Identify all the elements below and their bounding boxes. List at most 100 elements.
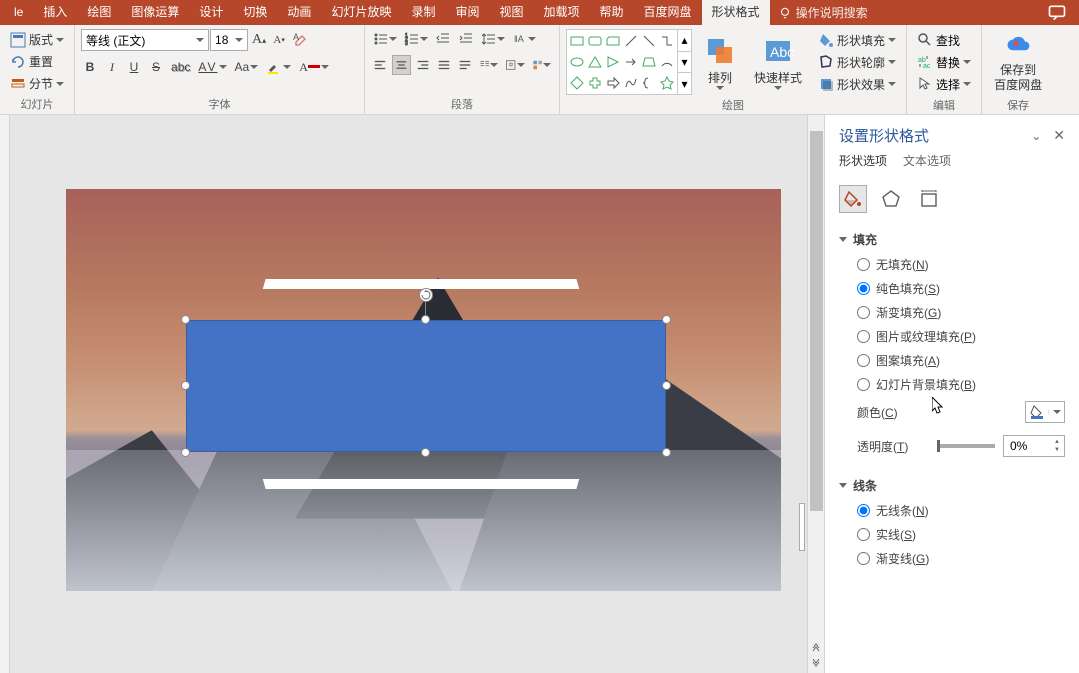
transparency-input[interactable]: 0% ▲▼	[1003, 435, 1065, 457]
quick-styles-button[interactable]: Abc 快速样式	[748, 29, 808, 95]
shape-effects-button[interactable]: 形状效果	[814, 73, 900, 95]
shape-line2[interactable]	[640, 31, 658, 52]
tab-help[interactable]: 帮助	[590, 0, 634, 25]
tab-review[interactable]: 审阅	[445, 0, 489, 25]
distribute-button[interactable]	[456, 55, 474, 75]
next-slide-button[interactable]	[807, 655, 824, 673]
gallery-up[interactable]: ▴	[678, 30, 691, 52]
shape-arc[interactable]	[658, 52, 676, 73]
increase-font-button[interactable]: A▴	[250, 30, 268, 50]
decrease-indent-button[interactable]	[433, 29, 453, 49]
align-justify-button[interactable]	[435, 55, 453, 75]
shape-curve[interactable]	[622, 72, 640, 93]
selected-rectangle-shape[interactable]	[186, 320, 666, 452]
line-spacing-button[interactable]	[479, 29, 507, 49]
increase-indent-button[interactable]	[456, 29, 476, 49]
prev-slide-button[interactable]	[807, 637, 824, 655]
slide-canvas[interactable]	[66, 189, 781, 591]
align-left-button[interactable]	[371, 55, 389, 75]
handle-tl[interactable]	[181, 315, 190, 324]
tab-draw[interactable]: 绘图	[77, 0, 121, 25]
underline-button[interactable]: U	[125, 57, 143, 77]
text-direction-button[interactable]: ‖A	[510, 29, 538, 49]
fill-gradient-radio[interactable]: 渐变填充(G)	[857, 304, 1065, 321]
numbering-button[interactable]: 123	[402, 29, 430, 49]
layout-button[interactable]: 版式	[6, 29, 68, 50]
section-button[interactable]: 分节	[6, 73, 68, 94]
tell-me-search[interactable]: 操作说明搜索	[778, 4, 868, 21]
gallery-more[interactable]: ▾	[678, 73, 691, 94]
line-solid-radio[interactable]: 实线(S)	[857, 526, 1065, 543]
shape-fill-button[interactable]: 形状填充	[814, 29, 900, 51]
fill-section-header[interactable]: 填充	[839, 231, 1065, 248]
trans-down[interactable]: ▼	[1052, 446, 1062, 454]
highlight-button[interactable]	[264, 57, 293, 77]
pane-icon-size[interactable]	[915, 185, 943, 213]
char-spacing-button[interactable]: AV	[196, 57, 228, 77]
tab-shape-format[interactable]: 形状格式	[702, 0, 770, 25]
fill-none-radio[interactable]: 无填充(N)	[857, 256, 1065, 273]
save-baidu-button[interactable]: 保存到 百度网盘	[988, 29, 1048, 95]
shape-triangle[interactable]	[586, 52, 604, 73]
shape-rounded-rect[interactable]	[586, 31, 604, 52]
tab-animations[interactable]: 动画	[277, 0, 321, 25]
pane-tab-text[interactable]: 文本选项	[903, 152, 951, 173]
select-button[interactable]: 选择	[913, 73, 975, 95]
shape-rect[interactable]	[568, 31, 586, 52]
shape-plus[interactable]	[586, 72, 604, 93]
align-center-button[interactable]	[392, 55, 411, 75]
shape-star[interactable]	[658, 72, 676, 93]
clear-format-button[interactable]: A	[290, 30, 310, 50]
transparency-slider[interactable]	[937, 444, 995, 448]
handle-bl[interactable]	[181, 448, 190, 457]
line-gradient-radio[interactable]: 渐变线(G)	[857, 550, 1065, 567]
tab-le[interactable]: le	[4, 0, 33, 25]
pane-options-button[interactable]: ⌄	[1031, 129, 1041, 143]
italic-button[interactable]: I	[103, 57, 121, 77]
trans-up[interactable]: ▲	[1052, 438, 1062, 446]
shape-arrow[interactable]	[622, 52, 640, 73]
tab-record[interactable]: 录制	[401, 0, 445, 25]
fill-solid-radio[interactable]: 纯色填充(S)	[857, 280, 1065, 297]
thumbnail-panel[interactable]	[0, 115, 10, 673]
tab-addins[interactable]: 加载项	[534, 0, 590, 25]
tab-design[interactable]: 设计	[189, 0, 233, 25]
shape-brace[interactable]	[640, 72, 658, 93]
tab-transitions[interactable]: 切换	[233, 0, 277, 25]
shape-diamond[interactable]	[568, 72, 586, 93]
shape-snip-rect[interactable]	[604, 31, 622, 52]
fill-picture-radio[interactable]: 图片或纹理填充(P)	[857, 328, 1065, 345]
line-none-radio[interactable]: 无线条(N)	[857, 502, 1065, 519]
handle-mr[interactable]	[662, 381, 671, 390]
gallery-down[interactable]: ▾	[678, 52, 691, 74]
pane-icon-fill[interactable]	[839, 185, 867, 213]
bold-button[interactable]: B	[81, 57, 99, 77]
align-right-button[interactable]	[414, 55, 432, 75]
handle-br[interactable]	[662, 448, 671, 457]
change-case-button[interactable]: Aa	[233, 57, 261, 77]
tab-image-ops[interactable]: 图像运算	[121, 0, 189, 25]
replace-button[interactable]: abac替换	[913, 51, 975, 73]
smartart-button[interactable]	[530, 55, 553, 75]
notes-placeholder[interactable]	[799, 503, 805, 551]
shape-elbow[interactable]	[658, 31, 676, 52]
scrollbar-thumb[interactable]	[810, 131, 823, 511]
shape-line[interactable]	[622, 31, 640, 52]
bullets-button[interactable]	[371, 29, 399, 49]
rotate-handle[interactable]	[419, 288, 433, 302]
find-button[interactable]: 查找	[913, 29, 975, 51]
line-section-header[interactable]: 线条	[839, 477, 1065, 494]
pane-close-button[interactable]: ✕	[1053, 127, 1065, 144]
shape-tri-right[interactable]	[604, 52, 622, 73]
reset-button[interactable]: 重置	[6, 51, 68, 72]
shape-trapezoid[interactable]	[640, 52, 658, 73]
handle-ml[interactable]	[181, 381, 190, 390]
comments-icon[interactable]	[1047, 3, 1067, 23]
tab-baidu[interactable]: 百度网盘	[634, 0, 702, 25]
shape-outline-button[interactable]: 形状轮廓	[814, 51, 900, 73]
shape-arrow2[interactable]	[604, 72, 622, 93]
font-size-combo[interactable]: 18	[210, 29, 248, 51]
slide-area[interactable]	[10, 115, 824, 673]
handle-tr[interactable]	[662, 315, 671, 324]
font-color-button[interactable]: A	[297, 57, 331, 77]
